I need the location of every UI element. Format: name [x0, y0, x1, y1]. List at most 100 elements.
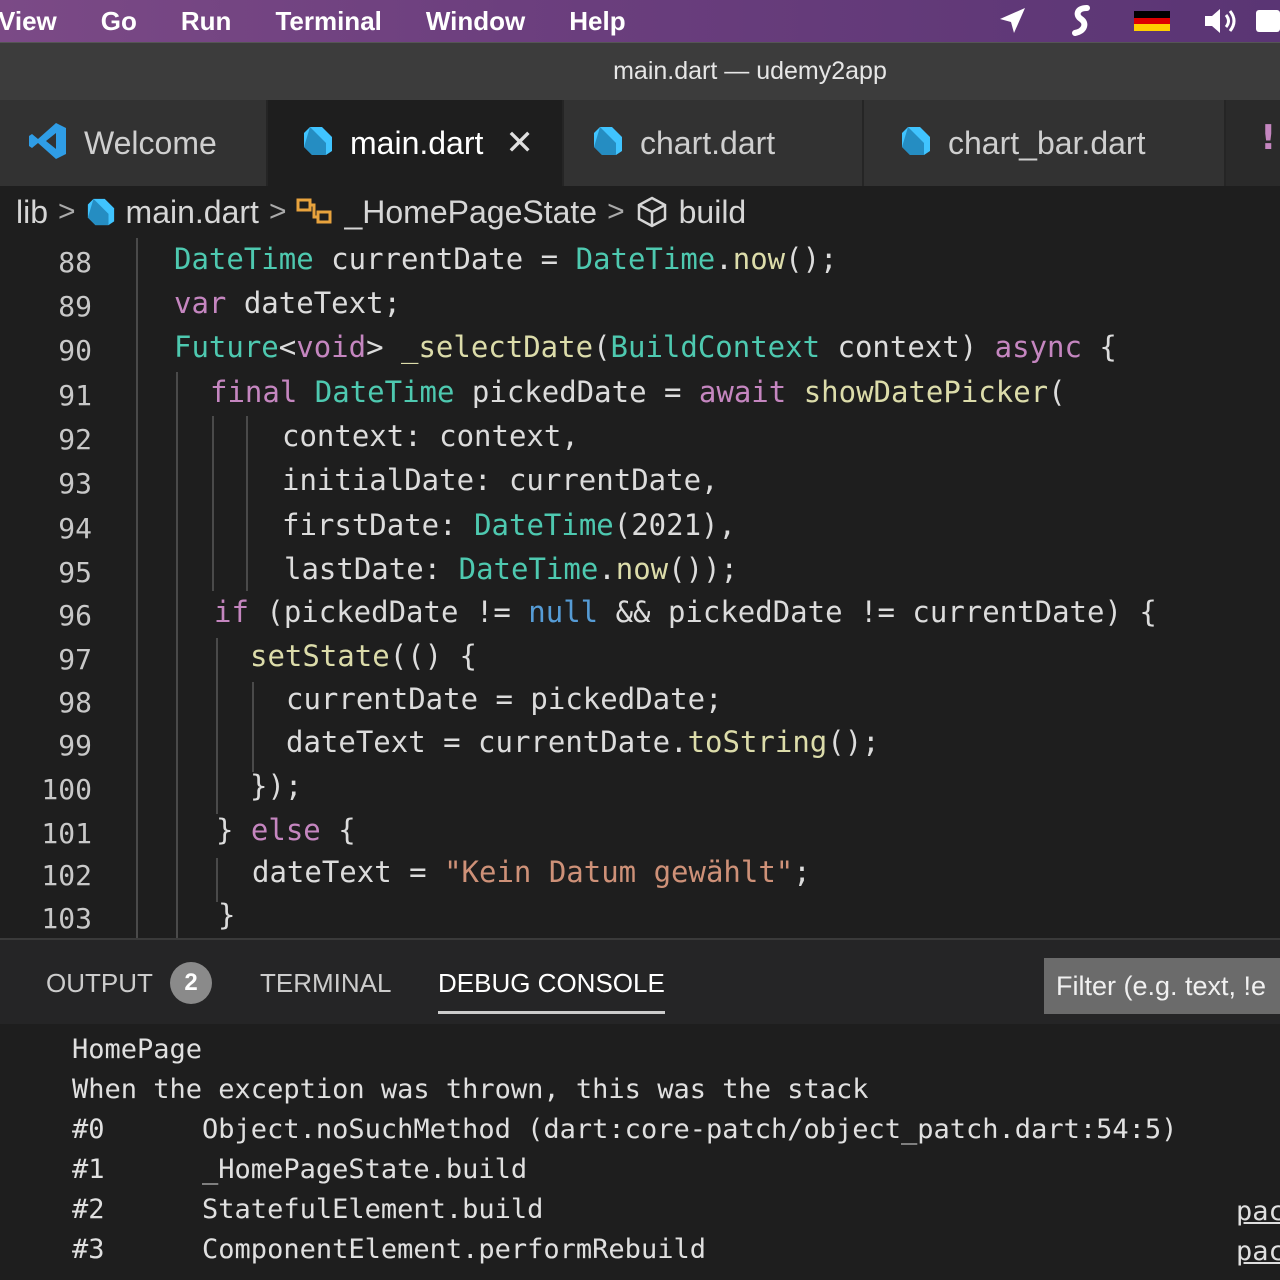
dart-file-icon: [592, 125, 624, 161]
indent-guide: [216, 858, 218, 902]
menu-run[interactable]: Run: [181, 6, 232, 37]
warning-icon: !: [1260, 118, 1276, 158]
editor-tab-bar: Welcome main.dart ✕ chart.dart chart_bar…: [0, 100, 1280, 186]
code-line: Future<void> _selectDate(BuildContext co…: [174, 330, 1117, 364]
menu-help[interactable]: Help: [569, 6, 625, 37]
tab-main-dart[interactable]: main.dart ✕: [268, 100, 564, 186]
line-number: 99: [58, 729, 92, 762]
line-number: 93: [58, 467, 92, 500]
line-number: 100: [41, 773, 92, 806]
line-number: 97: [58, 643, 92, 676]
menu-window[interactable]: Window: [426, 6, 525, 37]
chevron-right-icon: >: [607, 195, 625, 228]
code-editor[interactable]: 88 89 90 91 92 93 94 95 96 97 98 99 100 …: [0, 238, 1280, 938]
menu-go[interactable]: Go: [101, 6, 137, 37]
code-line: } else {: [216, 813, 356, 847]
indent-guide: [252, 682, 254, 772]
code-line: initialDate: currentDate,: [282, 463, 719, 497]
code-line: lastDate: DateTime.now());: [284, 552, 738, 586]
code-line: setState(() {: [250, 639, 477, 673]
panel-tab-output[interactable]: OUTPUT: [46, 968, 153, 999]
window-titlebar: main.dart — udemy2app: [0, 42, 1280, 100]
code-line: firstDate: DateTime(2021),: [282, 508, 736, 542]
breadcrumb-item-class[interactable]: _HomePageState: [296, 194, 597, 231]
bottom-panel: OUTPUT 2 TERMINAL DEBUG CONSOLE Filter (…: [0, 938, 1280, 1280]
vscode-icon: [28, 121, 68, 165]
location-arrow-icon[interactable]: [992, 5, 1032, 37]
panel-tab-terminal[interactable]: TERMINAL: [260, 968, 391, 999]
code-line: dateText = currentDate.toString();: [286, 725, 880, 759]
line-number: 92: [58, 423, 92, 456]
german-flag-icon[interactable]: [1132, 5, 1172, 37]
chevron-right-icon: >: [268, 195, 287, 228]
tab-label: chart.dart: [640, 124, 776, 161]
menu-view[interactable]: View: [0, 6, 57, 37]
console-line: #0 Object.noSuchMethod (dart:core-patch/…: [72, 1114, 1178, 1145]
panel-tab-bar: OUTPUT 2 TERMINAL DEBUG CONSOLE Filter (…: [0, 940, 1280, 1024]
line-number: 101: [41, 817, 92, 850]
menu-terminal[interactable]: Terminal: [275, 6, 381, 37]
console-line: #1 _HomePageState.build: [72, 1154, 528, 1185]
indent-guide: [246, 416, 248, 591]
line-number: 88: [58, 246, 92, 279]
tab-label: chart_bar.dart: [948, 124, 1146, 161]
panel-tab-debug-console[interactable]: DEBUG CONSOLE: [438, 968, 665, 1014]
code-line: final DateTime pickedDate = await showDa…: [210, 375, 1066, 409]
line-number: 98: [58, 686, 92, 719]
code-line: }: [218, 898, 236, 932]
output-count-badge: 2: [170, 962, 212, 1004]
indent-guide: [212, 416, 214, 591]
tab-welcome[interactable]: Welcome: [0, 100, 268, 186]
code-line: var dateText;: [174, 286, 401, 320]
console-source-link[interactable]: pac: [1236, 1196, 1280, 1227]
line-number: 91: [58, 379, 92, 412]
breadcrumb-item-method[interactable]: build: [635, 193, 747, 231]
console-line: #2 StatefulElement.build: [72, 1194, 544, 1225]
class-symbol-icon: [296, 198, 332, 224]
indent-guide: [136, 238, 138, 938]
breadcrumb-label: build: [678, 193, 747, 230]
line-number: 90: [58, 334, 92, 367]
dart-file-icon: [302, 125, 334, 161]
close-icon[interactable]: ✕: [505, 123, 534, 163]
indent-guide: [216, 638, 218, 814]
line-number: 95: [58, 556, 92, 589]
volume-icon[interactable]: [1202, 5, 1242, 37]
console-source-link[interactable]: pac: [1236, 1236, 1280, 1267]
code-line: if (pickedDate != null && pickedDate != …: [214, 595, 1157, 629]
line-number: 103: [41, 902, 92, 935]
menubar-tray: [962, 0, 1280, 42]
chevron-right-icon: >: [58, 195, 76, 228]
breadcrumb-label: _HomePageState: [344, 193, 598, 230]
line-number: 96: [58, 599, 92, 632]
script-icon[interactable]: [1062, 5, 1102, 37]
breadcrumb-item-file[interactable]: main.dart: [86, 194, 259, 231]
code-line: dateText = "Kein Datum gewählt";: [252, 855, 811, 889]
breadcrumb-item-lib[interactable]: lib: [16, 194, 48, 231]
window-title: main.dart — udemy2app: [613, 57, 887, 85]
breadcrumb-label: main.dart: [125, 193, 259, 230]
tab-chart-bar-dart[interactable]: chart_bar.dart: [864, 100, 1226, 186]
tab-label: main.dart: [350, 124, 484, 161]
code-line: context: context,: [282, 419, 579, 453]
code-line: currentDate = pickedDate;: [286, 682, 723, 716]
line-number: 89: [58, 290, 92, 323]
code-line: });: [250, 769, 303, 803]
breadcrumb: lib > main.dart > _HomePageState > build: [0, 186, 1280, 238]
console-line: When the exception was thrown, this was …: [72, 1074, 869, 1105]
line-number: 102: [41, 859, 92, 892]
indent-guide: [176, 372, 178, 938]
macos-menubar: View Go Run Terminal Window Help: [0, 0, 1280, 42]
code-line: DateTime currentDate = DateTime.now();: [174, 242, 838, 276]
dart-file-icon: [900, 125, 932, 161]
dart-file-icon: [87, 198, 114, 226]
console-filter-input[interactable]: Filter (e.g. text, !e: [1044, 958, 1280, 1014]
tab-chart-dart[interactable]: chart.dart: [564, 100, 864, 186]
console-line: HomePage: [72, 1034, 203, 1065]
menubar-extra-icon[interactable]: [1256, 5, 1280, 37]
line-number-gutter: 88 89 90 91 92 93 94 95 96 97 98 99 100 …: [0, 238, 108, 938]
line-number: 94: [58, 512, 92, 545]
tab-label: Welcome: [84, 124, 217, 161]
console-line: #3 ComponentElement.performRebuild: [72, 1234, 706, 1265]
method-cube-icon: [637, 196, 666, 228]
